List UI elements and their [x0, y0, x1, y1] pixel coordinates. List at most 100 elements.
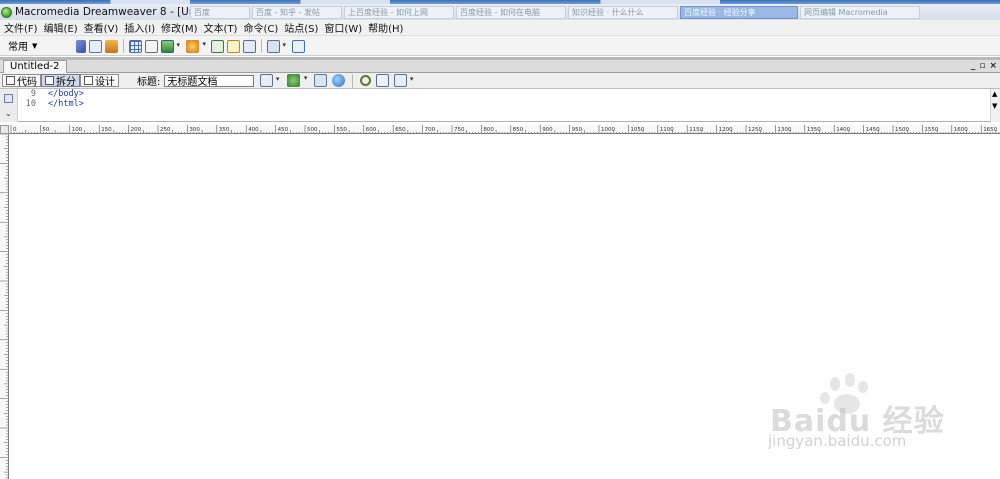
ruler-tick-label: 1450: [866, 127, 880, 133]
menu-file[interactable]: 文件(F): [1, 20, 41, 35]
file-management-icon[interactable]: [260, 74, 279, 87]
comment-icon[interactable]: [227, 39, 240, 53]
menu-modify[interactable]: 修改(M): [158, 20, 200, 35]
ruler-origin[interactable]: [0, 125, 9, 134]
code-editor[interactable]: 9 </body> 10 </html>: [22, 89, 84, 109]
line-number: 9: [30, 89, 36, 99]
watermark-url: jingyan.baidu.com: [768, 432, 907, 450]
split-view-button[interactable]: 拆分: [41, 74, 80, 88]
ruler-tick-label: 1100: [660, 127, 674, 133]
menu-text[interactable]: 文本(T): [201, 20, 241, 35]
view-options-icon[interactable]: [376, 74, 390, 87]
line-number: 10: [25, 99, 36, 109]
open-documents-icon[interactable]: [4, 94, 13, 103]
ruler-tick-label: 700: [425, 127, 436, 133]
menu-help[interactable]: 帮助(H): [365, 20, 406, 35]
ruler-tick-label: 1400: [836, 127, 850, 133]
collapse-icon[interactable]: ⌄: [5, 109, 12, 118]
toolbar-separator: [261, 39, 262, 53]
design-view-button[interactable]: 设计: [80, 74, 119, 88]
ruler-tick-label: 350: [219, 127, 230, 133]
ruler-tick-label: 1500: [895, 127, 909, 133]
background-tab[interactable]: 百度: [190, 6, 250, 19]
vertical-ruler[interactable]: [0, 134, 9, 479]
title-label: 标题:: [137, 77, 161, 88]
media-icon[interactable]: [186, 39, 206, 53]
ruler-tick-label: 1000: [601, 127, 615, 133]
tag-chooser-icon[interactable]: [243, 39, 256, 53]
div-icon[interactable]: [145, 39, 158, 53]
scroll-down-icon[interactable]: ▼: [992, 102, 997, 110]
menu-edit[interactable]: 编辑(E): [41, 20, 81, 35]
ruler-tick-label: 50: [42, 127, 49, 133]
ruler-tick-label: 1050: [630, 127, 644, 133]
minimize-icon[interactable]: _: [971, 60, 976, 72]
scroll-up-icon[interactable]: ▲: [992, 90, 997, 98]
menu-site[interactable]: 站点(S): [281, 20, 321, 35]
ruler-tick-label: 400: [248, 127, 259, 133]
date-icon[interactable]: [211, 39, 224, 53]
document-tab[interactable]: Untitled-2: [3, 60, 67, 73]
visual-aids-icon[interactable]: [394, 74, 413, 87]
title-input[interactable]: [164, 74, 255, 87]
ruler-tick-label: 850: [513, 127, 524, 133]
table-icon[interactable]: [129, 39, 142, 53]
menu-view[interactable]: 查看(V): [81, 20, 122, 35]
close-icon[interactable]: ×: [989, 60, 997, 72]
ruler-tick-label: 650: [395, 127, 406, 133]
named-anchor-icon[interactable]: [105, 39, 118, 53]
ruler-tick-label: 500: [307, 127, 318, 133]
coding-toolbar: ⌄: [0, 89, 18, 122]
code-pane[interactable]: ⌄ 9 </body> 10 </html> ▲ ▼: [0, 89, 1000, 122]
document-tab-bar: Untitled-2 _ ▫ ×: [0, 60, 1000, 73]
background-tab[interactable]: 知识经验 · 什么什么: [568, 6, 678, 19]
ruler-tick-label: 900: [542, 127, 553, 133]
menu-commands[interactable]: 命令(C): [240, 20, 281, 35]
head-icon[interactable]: [292, 39, 305, 53]
debug-icon[interactable]: [314, 74, 328, 87]
refresh-icon[interactable]: [360, 75, 372, 86]
title-bar: Macromedia Dreamweaver 8 - [Untitled-2] …: [0, 4, 1000, 20]
insert-category-dropdown[interactable]: 常用 ▼: [8, 38, 48, 54]
background-tab[interactable]: 上百度经验 - 如何上网: [344, 6, 454, 19]
background-tab[interactable]: 百度经验 - 如何在电脑: [456, 6, 566, 19]
code-vertical-scrollbar[interactable]: ▲ ▼: [990, 89, 1000, 122]
menu-window[interactable]: 窗口(W): [321, 20, 365, 35]
preview-icon[interactable]: [287, 74, 307, 87]
background-tab[interactable]: 百度 - 知乎 - 发帖: [252, 6, 342, 19]
ruler-tick-label: 600: [366, 127, 377, 133]
image-icon[interactable]: [161, 39, 180, 53]
ruler-tick-label: 450: [278, 127, 289, 133]
background-tab[interactable]: 网页编辑 Macromedia: [800, 6, 920, 19]
ruler-tick-label: 0: [13, 127, 17, 133]
toolbar-separator: [123, 39, 124, 53]
menu-insert[interactable]: 插入(I): [121, 20, 158, 35]
split-view-icon: [45, 76, 54, 85]
dreamweaver-logo-icon: [1, 6, 12, 18]
horizontal-ruler[interactable]: 0 50 100 150 200 250 300 350 400 450 500 550 600 650 7…: [9, 125, 1000, 134]
insert-toolbar: 常用 ▼: [0, 36, 1000, 56]
ruler-tick-label: 300: [189, 127, 200, 133]
design-view-icon: [84, 76, 93, 85]
restore-icon[interactable]: ▫: [979, 60, 985, 72]
code-text: </html>: [48, 99, 84, 109]
ruler-tick-label: 1350: [807, 127, 821, 133]
ruler-tick-label: 550: [336, 127, 347, 133]
design-view-label: 设计: [95, 77, 115, 88]
background-tab[interactable]: 百度经验 · 经验分享: [680, 6, 798, 19]
email-link-icon[interactable]: [89, 39, 102, 53]
ruler-tick-label: 1600: [954, 127, 968, 133]
ruler-tick-label: 1200: [719, 127, 733, 133]
browser-icon[interactable]: [332, 74, 346, 87]
hyperlink-icon[interactable]: [76, 39, 86, 53]
code-view-button[interactable]: 代码: [2, 74, 41, 88]
toolbar-separator: [352, 73, 354, 88]
templates-icon[interactable]: [267, 39, 286, 53]
ruler-tick-label: 950: [572, 127, 583, 133]
ruler-tick-label: 250: [160, 127, 171, 133]
split-view-label: 拆分: [56, 77, 76, 88]
ruler-tick-label: 1650: [983, 127, 997, 133]
ruler-tick-label: 100: [72, 127, 83, 133]
